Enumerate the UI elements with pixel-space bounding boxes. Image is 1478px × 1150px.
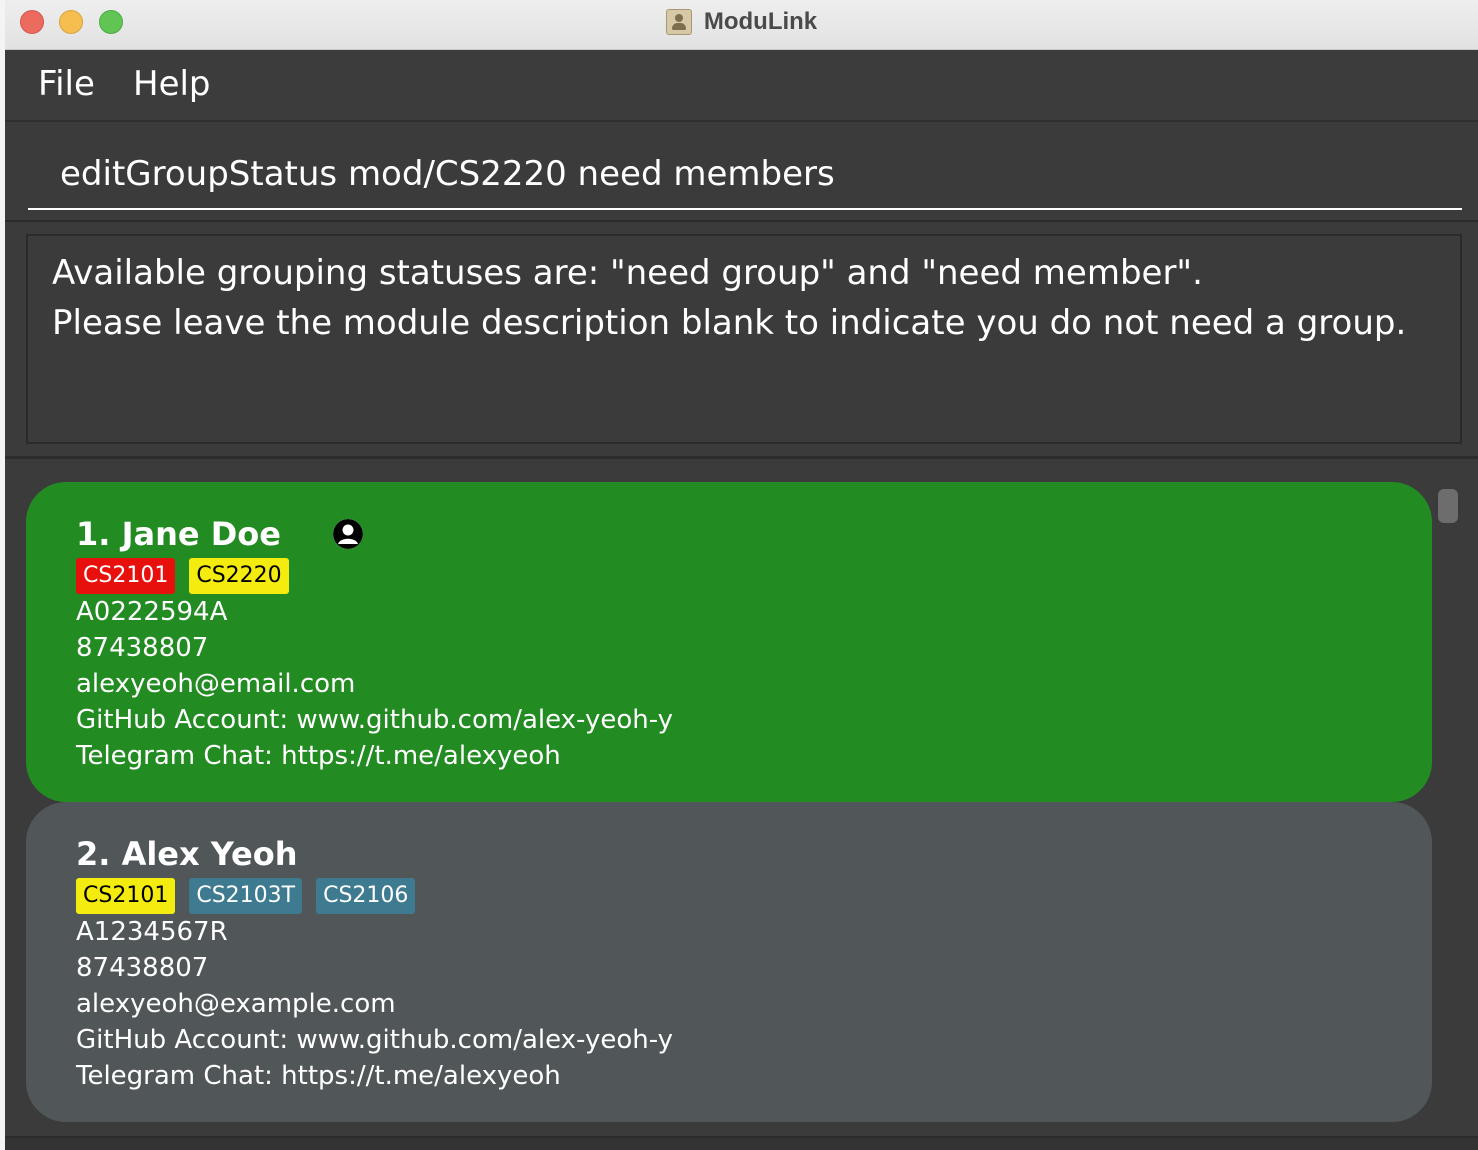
person-icon bbox=[332, 519, 363, 549]
module-tag: CS2101 bbox=[76, 558, 176, 594]
student-id: A0222594A bbox=[76, 597, 228, 627]
card-header: 1. Jane Doe bbox=[76, 514, 1432, 554]
title-bar: ModuLink bbox=[5, 0, 1478, 50]
module-tag: CS2103T bbox=[189, 878, 303, 914]
person-card[interactable]: 2. Alex Yeoh CS2101 CS2103T CS2106 A1234… bbox=[26, 802, 1432, 1122]
result-line: Please leave the module description blan… bbox=[52, 303, 1407, 343]
phone-number: 87438807 bbox=[76, 633, 209, 663]
scrollbar-thumb[interactable] bbox=[1438, 489, 1458, 523]
result-display: Available grouping statuses are: "need g… bbox=[26, 234, 1462, 444]
module-tag: CS2220 bbox=[189, 558, 289, 594]
menu-file[interactable]: File bbox=[38, 64, 95, 104]
person-name: 2. Alex Yeoh bbox=[76, 835, 298, 873]
person-name: 1. Jane Doe bbox=[76, 515, 281, 553]
window-title: ModuLink bbox=[703, 8, 818, 35]
menu-help[interactable]: Help bbox=[133, 64, 211, 104]
command-input[interactable] bbox=[28, 140, 1462, 210]
module-tags: CS2101 CS2103T CS2106 bbox=[76, 878, 1432, 914]
person-list[interactable]: 1. Jane Doe CS2101 CS2220 A0222594A 8743… bbox=[5, 456, 1478, 1139]
menu-bar: File Help bbox=[5, 50, 1478, 122]
github-account: GitHub Account: www.github.com/alex-yeoh… bbox=[76, 1025, 674, 1055]
command-box-area bbox=[5, 122, 1478, 222]
title-wrap: ModuLink bbox=[5, 0, 1478, 44]
telegram-chat: Telegram Chat: https://t.me/alexyeoh bbox=[76, 741, 561, 771]
app-icon bbox=[665, 9, 692, 35]
module-tag: CS2101 bbox=[76, 878, 176, 914]
person-card[interactable]: 1. Jane Doe CS2101 CS2220 A0222594A 8743… bbox=[26, 482, 1432, 802]
email: alexyeoh@example.com bbox=[76, 989, 396, 1019]
app-window: ModuLink File Help Available grouping st… bbox=[5, 0, 1478, 1150]
module-tag: CS2106 bbox=[316, 878, 416, 914]
card-header: 2. Alex Yeoh bbox=[76, 834, 1432, 874]
telegram-chat: Telegram Chat: https://t.me/alexyeoh bbox=[76, 1061, 561, 1091]
phone-number: 87438807 bbox=[76, 953, 209, 983]
email: alexyeoh@email.com bbox=[76, 669, 356, 699]
status-bar bbox=[5, 1136, 1478, 1150]
module-tags: CS2101 CS2220 bbox=[76, 558, 1432, 594]
result-line: Available grouping statuses are: "need g… bbox=[52, 253, 1203, 293]
github-account: GitHub Account: www.github.com/alex-yeoh… bbox=[76, 705, 674, 735]
student-id: A1234567R bbox=[76, 917, 228, 947]
